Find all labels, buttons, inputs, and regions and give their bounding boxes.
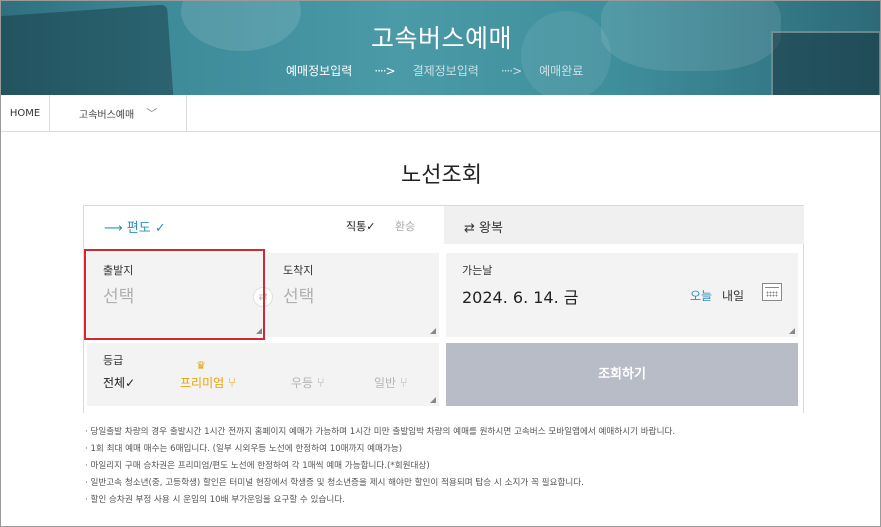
arrow-right-icon: ⟶ bbox=[104, 221, 127, 236]
oneway-tab-label: ⟶ 편도 ✓ bbox=[104, 221, 166, 236]
breadcrumb: HOME 고속버스예매 ﹀ bbox=[1, 95, 880, 132]
arrival-field[interactable]: 도착지 선택 bbox=[267, 253, 439, 337]
page-frame: 고속버스예매 예매정보입력 ····> 결제정보입력 ····> 예매완료 HO… bbox=[0, 0, 881, 527]
notice-item: · 할인 승차권 부정 사용 시 운임의 10배 부가운임을 요구할 수 있습니… bbox=[85, 495, 345, 505]
form-fields: 출발지 선택 도착지 선택 ⇄ 가는날 2024. 6. 14. 금 오늘 내일… bbox=[84, 244, 803, 413]
grade-options: 전체✓ ♛ 프리미엄 ⑂ 우등 ⑂ 일반 ⑂ bbox=[103, 359, 433, 392]
grade-general-option[interactable]: 일반 ⑂ bbox=[374, 374, 408, 391]
notice-item: · 당일출발 차량의 경우 출발시간 1시간 전까지 홈페이지 예매가 가능하며… bbox=[85, 427, 676, 437]
date-label: 가는날 bbox=[462, 264, 493, 277]
roundtrip-tab-label: ⇄ 왕복 bbox=[464, 221, 503, 236]
grade-all-option[interactable]: 전체✓ bbox=[103, 374, 135, 391]
tomorrow-button[interactable]: 내일 bbox=[722, 287, 744, 304]
step-complete: 예매완료 bbox=[539, 64, 584, 78]
today-button[interactable]: 오늘 bbox=[690, 287, 712, 304]
seat-icon: ⑂ bbox=[228, 376, 236, 391]
grade-general-label: 일반 bbox=[374, 376, 397, 390]
step-payment-info: 결제정보입력 bbox=[412, 64, 479, 78]
notice-item: · 일반고속 청소년(중, 고등학생) 할인은 터미널 현장에서 학생증 및 청… bbox=[85, 478, 584, 488]
page-title: 노선조회 bbox=[401, 163, 482, 188]
departure-field[interactable]: 출발지 선택 bbox=[87, 253, 265, 337]
corner-marker-icon bbox=[256, 328, 262, 334]
grade-field: 등급 전체✓ ♛ 프리미엄 ⑂ 우등 ⑂ 일반 ⑂ bbox=[87, 343, 439, 406]
swap-stations-icon[interactable]: ⇄ bbox=[253, 287, 273, 307]
search-button[interactable]: 조회하기 bbox=[446, 343, 798, 406]
notice-item: · 1회 최대 예매 매수는 6매입니다. (일부 시외우등 노선에 한정하여 … bbox=[85, 444, 403, 454]
notice-list: · 당일출발 차량의 경우 출발시간 1시간 전까지 홈페이지 예매가 가능하며… bbox=[85, 424, 805, 509]
grade-premium-option[interactable]: ♛ 프리미엄 ⑂ bbox=[180, 359, 236, 391]
date-field[interactable]: 가는날 2024. 6. 14. 금 오늘 내일 bbox=[446, 253, 798, 337]
calendar-icon[interactable] bbox=[762, 283, 782, 301]
corner-marker-icon bbox=[430, 397, 436, 403]
step-arrow-icon: ····> bbox=[500, 63, 522, 78]
grade-premium-label: 프리미엄 bbox=[180, 376, 225, 390]
step-booking-info: 예매정보입력 bbox=[286, 64, 353, 78]
seat-icon: ⑂ bbox=[316, 376, 325, 391]
date-value: 2024. 6. 14. 금 bbox=[462, 288, 579, 307]
tab-oneway[interactable]: ⟶ 편도 ✓ 직통✓ 환승 bbox=[84, 206, 444, 244]
grade-label: 등급 bbox=[103, 354, 124, 367]
grade-standard-label: 우등 bbox=[291, 376, 314, 390]
corner-marker-icon bbox=[789, 328, 795, 334]
step-arrow-icon: ····> bbox=[374, 63, 395, 78]
grade-standard-option[interactable]: 우등 ⑂ bbox=[291, 374, 325, 391]
chevron-down-icon: ﹀ bbox=[146, 107, 158, 120]
corner-marker-icon bbox=[430, 328, 436, 334]
direct-option[interactable]: 직통✓ bbox=[346, 218, 375, 234]
swap-arrows-icon: ⇄ bbox=[464, 221, 480, 236]
departure-label: 출발지 bbox=[103, 264, 134, 277]
arrival-value: 선택 bbox=[283, 287, 315, 307]
header-banner: 고속버스예매 예매정보입력 ····> 결제정보입력 ····> 예매완료 bbox=[1, 1, 880, 95]
crown-icon: ♛ bbox=[196, 359, 206, 372]
breadcrumb-current-dropdown[interactable]: 고속버스예매 ﹀ bbox=[50, 95, 187, 131]
transfer-option[interactable]: 환승 bbox=[395, 218, 415, 234]
seat-icon: ⑂ bbox=[399, 376, 408, 391]
departure-value: 선택 bbox=[103, 287, 135, 307]
breadcrumb-home[interactable]: HOME bbox=[1, 95, 50, 131]
tab-roundtrip[interactable]: ⇄ 왕복 bbox=[444, 206, 804, 244]
arrival-label: 도착지 bbox=[283, 264, 314, 277]
notice-item: · 마일리지 구매 승차권은 프리미엄/편도 노선에 한정하여 각 1매씩 예매… bbox=[85, 461, 430, 471]
banner-title: 고속버스예매 bbox=[370, 24, 512, 53]
breadcrumb-current-label: 고속버스예매 bbox=[79, 109, 135, 121]
route-search-form: ⟶ 편도 ✓ 직통✓ 환승 ⇄ 왕복 출발지 선택 도착지 선택 ⇄ 가는날 2… bbox=[83, 205, 804, 413]
progress-steps: 예매정보입력 ····> 결제정보입력 ····> 예매완료 bbox=[286, 62, 583, 79]
